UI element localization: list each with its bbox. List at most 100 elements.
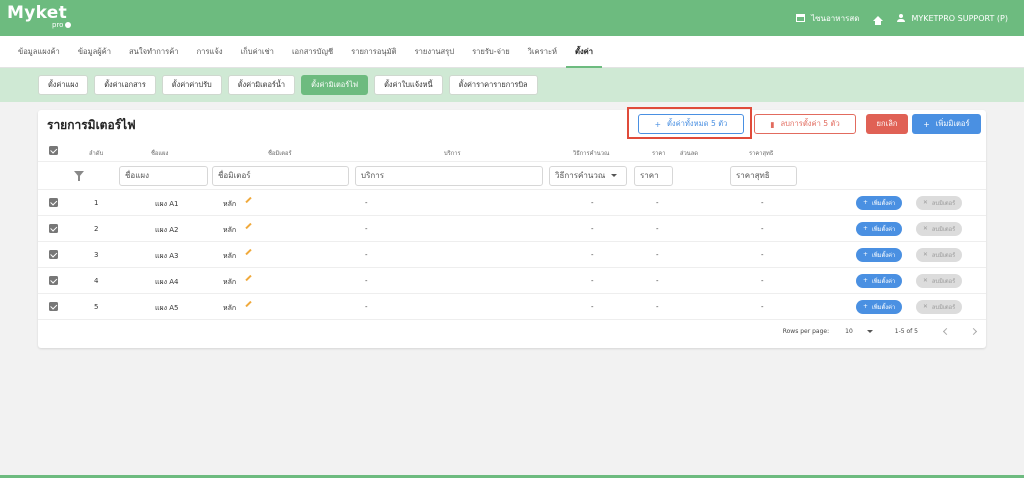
page-range: 1-5 of 5 [894,327,918,335]
row-calc: - [591,199,594,207]
row-index: 1 [94,199,99,207]
plus-icon: + [923,119,930,129]
home-button[interactable] [873,15,884,25]
add-setting-button[interactable]: + เพิ่มตั้งค่า [856,248,903,262]
plus-icon: + [863,278,868,284]
delete-settings-label: ลบการตั้งค่า 5 ตัว [780,119,840,128]
delete-meter-button[interactable]: ✕ ลบมิเตอร์ [916,300,963,314]
row-calc: - [591,251,594,259]
header-index: ลำดับ [89,151,104,157]
settings-tab[interactable]: ตั้งค่าแผง [38,75,89,95]
row-net: - [761,277,764,285]
meter-filter-input[interactable]: ชื่อมิเตอร์ [212,166,349,186]
edit-pencil-icon[interactable] [245,300,252,308]
row-checkbox[interactable] [49,250,58,259]
header-stall: ชื่อแผง [151,151,169,157]
settings-tab[interactable]: ตั้งค่ามิเตอร์น้ำ [227,75,296,95]
app-logo[interactable]: Myket [7,3,67,23]
user-name: MYKETPRO SUPPORT (P) [911,13,1008,23]
nav-item[interactable]: ข้อมูลผู้ค้า [69,36,120,68]
home-icon [873,15,884,25]
calc-filter-select[interactable]: วิธีการคำนวณ [549,166,627,186]
next-page-icon[interactable] [969,327,978,335]
nav-item[interactable]: ตั้งค่า [566,36,603,68]
table-row[interactable]: 1 แผง A1 หลัก - - - - + เพิ่มตั้งค่า ✕ ลบมิเตอร์ [38,190,986,216]
price-filter-input[interactable]: ราคา [634,166,673,186]
user-menu[interactable]: MYKETPRO SUPPORT (P) [897,14,1008,23]
table-row[interactable]: 2 แผง A2 หลัก - - - - + เพิ่มตั้งค่า ✕ ลบมิเตอร์ [38,216,986,242]
add-setting-button[interactable]: + เพิ่มตั้งค่า [856,300,903,314]
table-row[interactable]: 5 แผง A5 หลัก - - - - + เพิ่มตั้งค่า ✕ ลบมิเตอร์ [38,294,986,320]
edit-pencil-icon[interactable] [245,274,252,282]
net-filter-input[interactable]: ราคาสุทธิ [730,166,797,186]
settings-tab[interactable]: ตั้งค่าราคารายการบิล [448,75,538,95]
row-checkbox[interactable] [49,302,58,311]
nav-item[interactable]: วิเคราะห์ [519,36,566,68]
nav-item[interactable]: รายงานสรุป [406,36,464,68]
filter-icon[interactable] [74,171,84,181]
caret-down-icon [611,174,618,177]
settings-tab[interactable]: ตั้งค่าค่าปรับ [161,75,222,95]
delete-meter-label: ลบมิเตอร์ [931,305,956,311]
nav-item[interactable]: รายรับ-จ่าย [463,36,519,68]
delete-meter-label: ลบมิเตอร์ [931,201,956,207]
caret-down-icon [866,329,873,333]
rows-per-page-select[interactable]: 10 [845,328,873,335]
rows-per-page-label: Rows per page: [782,327,830,335]
main-nav: ข้อมูลแผงค้า ข้อมูลผู้ค้า สนใจทำการค้า การแ… [0,36,1024,68]
settings-tab[interactable]: ตั้งค่าใบแจ้งหนี้ [374,75,443,95]
cancel-button[interactable]: ยกเลิก [866,114,908,134]
row-checkbox[interactable] [49,198,58,207]
nav-item[interactable]: สนใจทำการค้า [120,36,188,68]
select-all-checkbox[interactable] [49,146,58,155]
close-icon: ✕ [923,252,928,258]
service-filter-input[interactable]: บริการ [355,166,543,186]
table-row[interactable]: 4 แผง A4 หลัก - - - - + เพิ่มตั้งค่า ✕ ลบมิเตอร์ [38,268,986,294]
row-checkbox[interactable] [49,224,58,233]
edit-pencil-icon[interactable] [245,196,252,204]
edit-pencil-icon[interactable] [245,248,252,256]
row-checkbox[interactable] [49,276,58,285]
add-setting-button[interactable]: + เพิ่มตั้งค่า [856,196,903,210]
nav-item[interactable]: ข้อมูลแผงค้า [9,36,69,68]
add-meter-button[interactable]: + เพิ่มมิเตอร์ [912,114,981,134]
nav-item[interactable]: รายการอนุมัติ [342,36,405,68]
page-title: รายการมิเตอร์ไฟ [47,118,136,132]
nav-item[interactable]: เอกสารบัญชี [283,36,342,68]
row-index: 5 [94,303,99,311]
delete-meter-button[interactable]: ✕ ลบมิเตอร์ [916,196,963,210]
add-setting-button[interactable]: + เพิ่มตั้งค่า [856,274,903,288]
rows-per-page-value: 10 [845,327,853,335]
edit-pencil-icon[interactable] [245,222,252,230]
settings-tab[interactable]: ตั้งค่ามิเตอร์ไฟ [301,75,369,95]
nav-item[interactable]: การแจ้ง [188,36,232,68]
row-service: - [365,251,368,259]
row-service: - [365,303,368,311]
stall-filter-input[interactable]: ชื่อแผง [119,166,208,186]
prev-page-icon[interactable] [942,327,951,335]
header-calc: วิธีการคำนวณ [573,151,610,157]
plus-icon: + [863,252,868,258]
row-stall: แผง A4 [155,278,179,286]
row-stall: แผง A2 [155,226,179,234]
delete-settings-button[interactable]: ▮ ลบการตั้งค่า 5 ตัว [754,114,856,134]
row-meter: หลัก [223,200,237,208]
row-net: - [761,199,764,207]
cancel-label: ยกเลิก [876,119,898,128]
delete-meter-label: ลบมิเตอร์ [931,227,956,233]
store-icon [796,14,806,22]
store-selector[interactable]: ไซนอาหารสด [796,12,859,25]
delete-meter-button[interactable]: ✕ ลบมิเตอร์ [916,274,963,288]
table-header: ลำดับ ชื่อแผง ชื่อมิเตอร์ บริการ วิธีการ… [38,140,986,162]
delete-meter-button[interactable]: ✕ ลบมิเตอร์ [916,222,963,236]
add-meter-label: เพิ่มมิเตอร์ [935,119,970,128]
nav-item[interactable]: เก็บค่าเช่า [232,36,283,68]
delete-meter-button[interactable]: ✕ ลบมิเตอร์ [916,248,963,262]
table-row[interactable]: 3 แผง A3 หลัก - - - - + เพิ่มตั้งค่า ✕ ลบมิเตอร์ [38,242,986,268]
header-price: ราคา [652,151,666,157]
row-price: - [656,199,659,207]
row-net: - [761,225,764,233]
add-setting-button[interactable]: + เพิ่มตั้งค่า [856,222,903,236]
row-meter: หลัก [223,278,237,286]
settings-tab[interactable]: ตั้งค่าเอกสาร [94,75,156,95]
